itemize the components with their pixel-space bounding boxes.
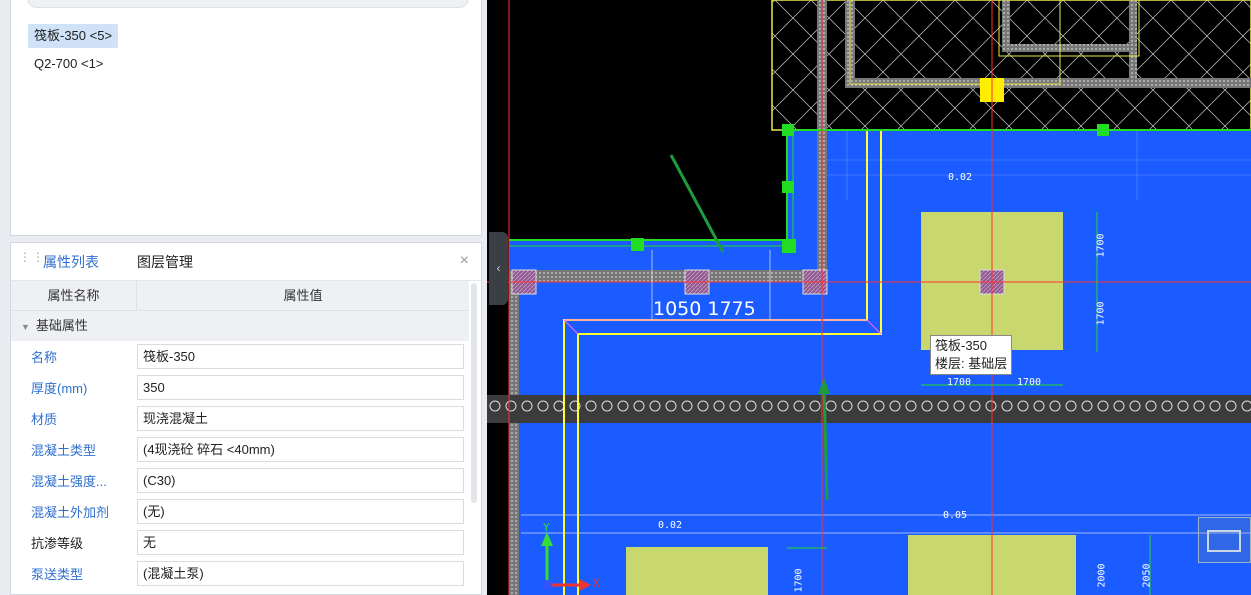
- dimension-text: 1700: [947, 377, 972, 388]
- group-label: 基础属性: [35, 318, 88, 333]
- component-list: 筏板-350 <5> Q2-700 <1>: [10, 0, 482, 236]
- property-value-field[interactable]: 无: [137, 530, 464, 555]
- property-value-field[interactable]: 350: [137, 375, 464, 400]
- search-input[interactable]: [27, 0, 469, 8]
- property-value-field[interactable]: (无): [137, 499, 464, 524]
- column-header-name: 属性名称: [11, 281, 137, 310]
- scrollbar[interactable]: [471, 283, 477, 503]
- property-name: 混凝土外加剂: [31, 505, 110, 520]
- property-tabs: ⋮⋮ 属性列表 图层管理 ×: [11, 243, 481, 281]
- cad-drawing[interactable]: [487, 0, 1251, 595]
- property-name: 混凝土强度...: [31, 474, 107, 489]
- dimension-text: 1700: [793, 568, 805, 593]
- table-row: 材质 现浇混凝土: [11, 403, 469, 434]
- elevation-label: 0.02: [658, 520, 683, 531]
- property-name: 混凝土类型: [31, 443, 97, 458]
- axis-label-x: X: [593, 577, 600, 590]
- group-basic-properties[interactable]: ▼ 基础属性: [11, 311, 469, 341]
- dimension-text: 2050: [1141, 563, 1153, 588]
- element-tooltip: 筏板-350 楼层: 基础层: [930, 335, 1013, 375]
- property-value-field[interactable]: (混凝土泵): [137, 561, 464, 586]
- dimension-label: 1050 1775: [653, 298, 756, 320]
- component-item-q2-700[interactable]: Q2-700 <1>: [28, 52, 109, 76]
- elevation-label: 0.02: [948, 172, 973, 183]
- table-row: 混凝土外加剂 (无): [11, 496, 469, 527]
- axis-label-y: Y: [543, 521, 550, 534]
- dimension-text: 1700: [1017, 377, 1042, 388]
- collapse-panel-button[interactable]: ‹: [489, 232, 508, 305]
- column-block: [626, 547, 768, 595]
- tab-layer-management[interactable]: 图层管理: [137, 243, 193, 281]
- tab-property-list[interactable]: 属性列表: [43, 243, 99, 281]
- property-name: 抗渗等级: [31, 536, 84, 551]
- grip-handle: [782, 181, 794, 193]
- cad-viewport[interactable]: 1050 1775 0.02 0.02 0.05 1700 1700 1700 …: [487, 0, 1251, 595]
- table-row: 厚度(mm) 350: [11, 372, 469, 403]
- grip-handle: [782, 124, 794, 136]
- dimension-text: 1700: [1095, 301, 1107, 326]
- table-header: 属性名称 属性值: [11, 281, 469, 311]
- dimension-text: 1700: [1095, 233, 1107, 258]
- elevation-label: 0.05: [943, 510, 968, 521]
- property-name: 材质: [31, 412, 58, 427]
- close-icon[interactable]: ×: [460, 252, 469, 270]
- grip-handle: [1097, 124, 1109, 136]
- property-value-field[interactable]: (4现浇砼 碎石 <40mm): [137, 437, 464, 462]
- property-name: 名称: [31, 350, 58, 365]
- property-name: 泵送类型: [31, 567, 84, 582]
- property-value-field[interactable]: 筏板-350: [137, 344, 464, 369]
- table-row: 名称 筏板-350: [11, 341, 469, 372]
- table-row: 混凝土类型 (4现浇砼 碎石 <40mm): [11, 434, 469, 465]
- property-panel: ⋮⋮ 属性列表 图层管理 × 属性名称 属性值 ▼ 基础属性 名称 筏板-350 …: [10, 242, 482, 595]
- table-row: 泵送类型 (混凝土泵): [11, 558, 469, 589]
- view-cube-icon[interactable]: [1198, 517, 1251, 563]
- collapse-caret-icon[interactable]: ▼: [21, 322, 30, 332]
- property-value-field[interactable]: (C30): [137, 468, 464, 493]
- left-panel: 筏板-350 <5> Q2-700 <1> ⋮⋮ 属性列表 图层管理 × 属性名…: [0, 0, 487, 595]
- grip-handle: [782, 239, 796, 253]
- property-name: 厚度(mm): [31, 381, 88, 396]
- table-row: 抗渗等级 无: [11, 527, 469, 558]
- component-item-raft-350[interactable]: 筏板-350 <5>: [28, 24, 119, 48]
- tooltip-floor: 楼层: 基础层: [935, 356, 1008, 371]
- drag-grip-icon[interactable]: ⋮⋮: [19, 251, 44, 268]
- tooltip-name: 筏板-350: [935, 338, 988, 353]
- property-table: 属性名称 属性值 ▼ 基础属性 名称 筏板-350 厚度(mm) 350 材质 现…: [11, 281, 469, 589]
- grip-handle: [631, 238, 644, 251]
- property-value-field[interactable]: 现浇混凝土: [137, 406, 464, 431]
- table-row: 混凝土强度... (C30): [11, 465, 469, 496]
- column-header-value: 属性值: [283, 288, 323, 303]
- dimension-text: 2000: [1096, 563, 1108, 588]
